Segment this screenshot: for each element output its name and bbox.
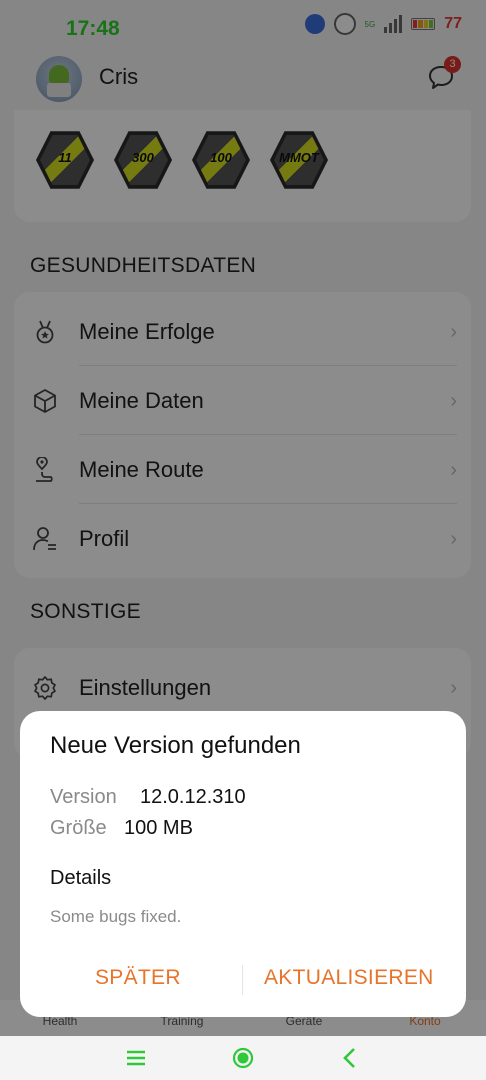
update-dialog: Neue Version gefunden Version 12.0.12.31… bbox=[20, 711, 466, 1017]
version-value: 12.0.12.310 bbox=[140, 786, 246, 808]
back-icon[interactable] bbox=[342, 1047, 358, 1069]
details-title: Details bbox=[50, 867, 112, 889]
version-label: Version bbox=[50, 786, 117, 808]
dialog-title: Neue Version gefunden bbox=[50, 732, 301, 759]
size-value: 100 MB bbox=[124, 817, 193, 839]
button-divider bbox=[242, 965, 243, 995]
home-icon[interactable] bbox=[232, 1047, 254, 1069]
system-nav-bar bbox=[0, 1036, 486, 1080]
size-label: Größe bbox=[50, 817, 107, 839]
details-text: Some bugs fixed. bbox=[50, 907, 182, 926]
update-button[interactable]: AKTUALISIEREN bbox=[264, 966, 434, 990]
menu-icon[interactable] bbox=[126, 1048, 146, 1068]
later-button[interactable]: SPÄTER bbox=[95, 966, 181, 990]
